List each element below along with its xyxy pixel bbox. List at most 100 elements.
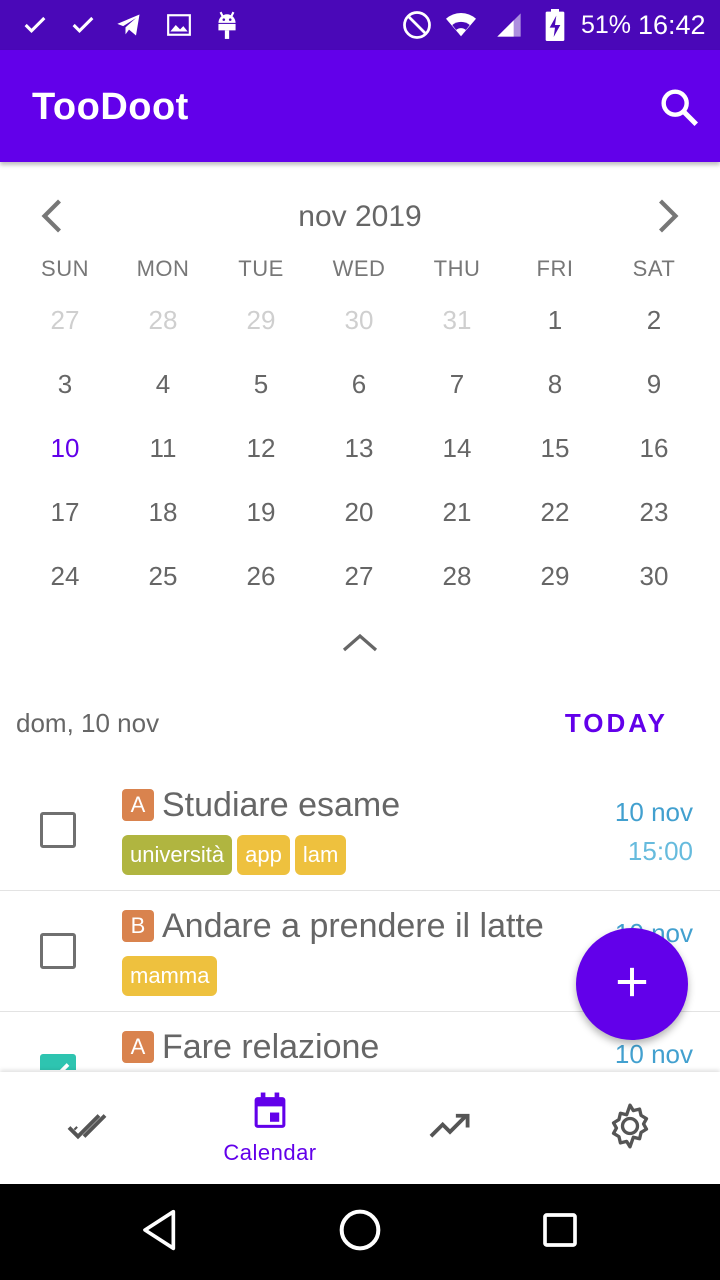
calendar-day[interactable]: 4 <box>114 364 212 404</box>
tag-chip: università <box>122 835 233 875</box>
calendar-day[interactable]: 14 <box>408 428 506 468</box>
battery-percent: 51% <box>581 11 632 39</box>
calendar-day[interactable]: 17 <box>16 492 114 532</box>
priority-badge: A <box>122 1031 154 1063</box>
bottom-navigation: Calendar <box>0 1072 720 1184</box>
task-title: Studiare esame <box>162 786 401 824</box>
calendar-day[interactable]: 16 <box>605 428 703 468</box>
calendar-day[interactable]: 2 <box>605 300 703 340</box>
calendar-day[interactable]: 13 <box>310 428 408 468</box>
calendar-day[interactable]: 31 <box>408 300 506 340</box>
task-title: Andare a prendere il latte <box>162 907 544 945</box>
calendar-day[interactable]: 9 <box>605 364 703 404</box>
image-icon <box>164 10 194 40</box>
weekday-label: THU <box>433 256 481 281</box>
calendar-day[interactable]: 3 <box>16 364 114 404</box>
task-date: 10 nov <box>614 797 693 827</box>
done-all-icon <box>66 1108 114 1149</box>
calendar-day[interactable]: 29 <box>506 556 604 596</box>
calendar-day[interactable]: 19 <box>212 492 310 532</box>
gear-icon <box>605 1101 655 1156</box>
tag-chip: app <box>237 835 290 875</box>
nav-item-settings[interactable] <box>540 1072 720 1184</box>
selected-date-label: dom, 10 nov <box>16 708 160 738</box>
calendar-day[interactable]: 12 <box>212 428 310 468</box>
calendar-day[interactable]: 27 <box>310 556 408 596</box>
next-month-button[interactable] <box>646 196 690 240</box>
status-bar: 51% 16:42 <box>0 0 720 50</box>
weekday-label: SUN <box>41 256 89 281</box>
calendar-day[interactable]: 22 <box>506 492 604 532</box>
system-navigation-bar <box>0 1184 720 1280</box>
tag-list: università app lam <box>122 835 347 875</box>
battery-charging-icon <box>540 9 570 41</box>
home-icon <box>338 1208 382 1257</box>
calendar-day[interactable]: 21 <box>408 492 506 532</box>
calendar-day[interactable]: 28 <box>408 556 506 596</box>
nav-item-stats[interactable] <box>360 1072 540 1184</box>
chevron-right-icon <box>653 198 683 239</box>
calendar-day[interactable]: 18 <box>114 492 212 532</box>
add-task-button[interactable] <box>576 928 688 1040</box>
calendar-day[interactable]: 15 <box>506 428 604 468</box>
nav-item-label: Calendar <box>223 1139 317 1165</box>
calendar-day[interactable]: 1 <box>506 300 604 340</box>
priority-badge: A <box>122 789 154 821</box>
weekday-label: TUE <box>238 256 284 281</box>
weekday-label: MON <box>136 256 190 281</box>
telegram-icon <box>114 10 144 40</box>
plus-icon <box>615 965 649 1004</box>
calendar-day[interactable]: 29 <box>212 300 310 340</box>
calendar-day[interactable]: 23 <box>605 492 703 532</box>
app-bar: TooDoot <box>0 50 720 162</box>
calendar-day[interactable]: 30 <box>310 300 408 340</box>
weekday-label: SAT <box>632 256 676 281</box>
task-checkbox[interactable] <box>40 933 76 969</box>
calendar-header: nov 2019 <box>0 190 720 246</box>
check-icon <box>59 1063 70 1070</box>
calendar-day[interactable]: 8 <box>506 364 604 404</box>
today-button[interactable]: TODAY <box>565 708 668 739</box>
calendar-day[interactable]: 28 <box>114 300 212 340</box>
check-icon <box>68 10 98 40</box>
back-button[interactable] <box>136 1208 184 1256</box>
recents-button[interactable] <box>536 1208 584 1256</box>
calendar-day[interactable]: 20 <box>310 492 408 532</box>
nav-item-calendar[interactable]: Calendar <box>180 1072 360 1184</box>
back-icon <box>140 1208 180 1257</box>
nav-item-tasks[interactable] <box>0 1072 180 1184</box>
month-label: nov 2019 <box>298 200 422 233</box>
app-title: TooDoot <box>32 86 189 128</box>
clock: 16:42 <box>638 10 706 40</box>
calendar-day[interactable]: 26 <box>212 556 310 596</box>
search-icon <box>656 89 702 134</box>
chevron-up-icon <box>340 630 380 659</box>
task-item[interactable]: A Studiare esame università app lam 10 n… <box>0 770 720 891</box>
check-icon <box>20 10 50 40</box>
calendar-day-selected[interactable]: 10 <box>16 428 114 468</box>
tag-list: mamma <box>122 956 218 996</box>
calendar-day[interactable]: 27 <box>16 300 114 340</box>
collapse-calendar-button[interactable] <box>336 626 384 662</box>
calendar-day[interactable]: 5 <box>212 364 310 404</box>
wifi-icon <box>446 10 476 40</box>
search-button[interactable] <box>656 84 702 130</box>
tag-chip: lam <box>294 835 347 875</box>
calendar-day[interactable]: 7 <box>408 364 506 404</box>
priority-badge: B <box>122 910 154 942</box>
android-icon <box>212 10 242 40</box>
weekday-label: FRI <box>536 256 574 281</box>
calendar-day[interactable]: 30 <box>605 556 703 596</box>
calendar-day[interactable]: 25 <box>114 556 212 596</box>
calendar-day[interactable]: 11 <box>114 428 212 468</box>
weekday-header: SUN MON TUE WED THU FRI SAT <box>0 256 720 286</box>
calendar-day[interactable]: 6 <box>310 364 408 404</box>
signal-icon <box>494 10 524 40</box>
task-checkbox[interactable] <box>40 812 76 848</box>
calendar-day[interactable]: 24 <box>16 556 114 596</box>
task-checkbox-checked[interactable] <box>40 1054 76 1070</box>
calendar-icon <box>251 1091 289 1136</box>
trending-up-icon <box>428 1111 472 1146</box>
home-button[interactable] <box>336 1208 384 1256</box>
weekday-label: WED <box>332 256 386 281</box>
